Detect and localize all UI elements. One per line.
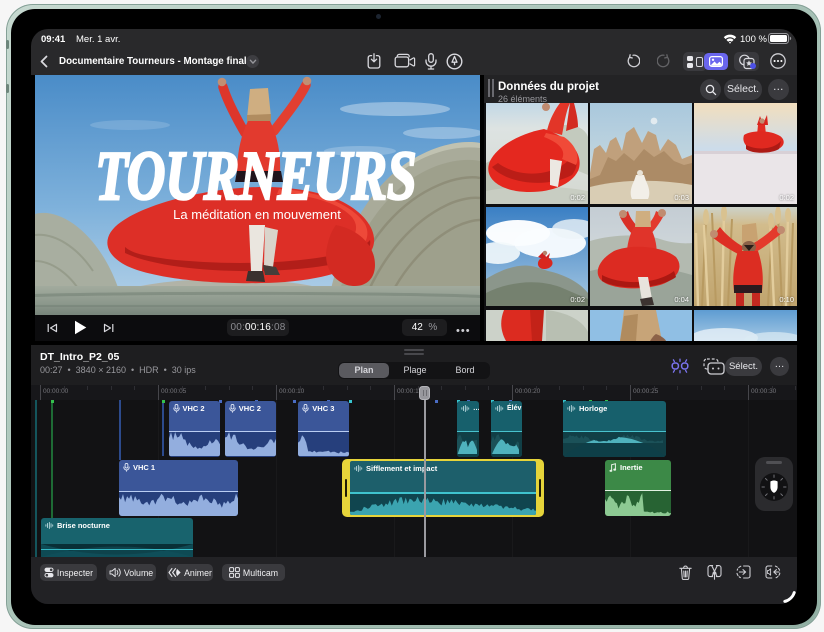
svg-text:La méditation en mouvement: La méditation en mouvement <box>173 207 341 222</box>
svg-text:TOURNEURS: TOURNEURS <box>95 138 416 215</box>
